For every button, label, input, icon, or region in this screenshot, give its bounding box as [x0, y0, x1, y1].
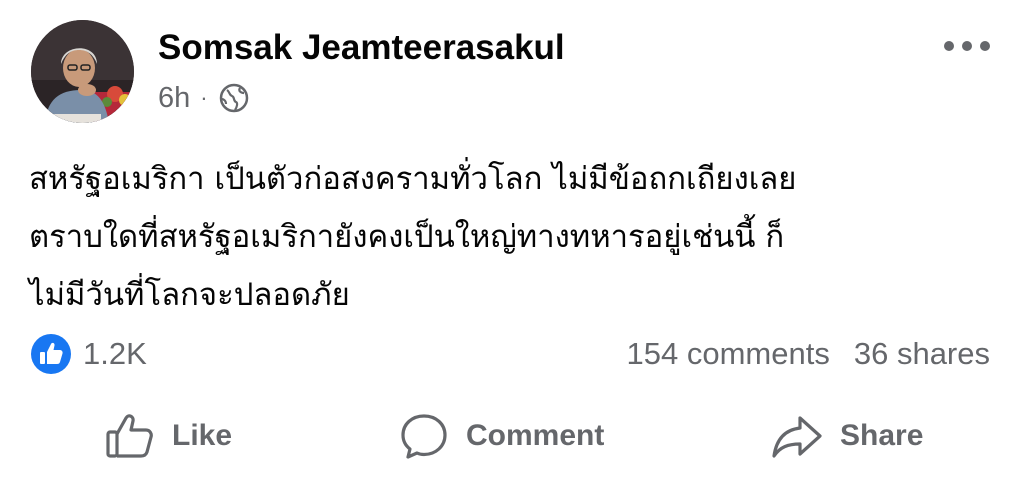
- author-name[interactable]: Somsak Jeamteerasakul: [158, 26, 565, 70]
- comment-button[interactable]: Comment: [398, 406, 604, 466]
- reactions-summary[interactable]: 1.2K: [31, 334, 147, 374]
- reaction-count: 1.2K: [83, 336, 147, 371]
- comment-label: Comment: [466, 419, 605, 452]
- engagement-counts: 154 comments 36 shares: [627, 334, 990, 374]
- globe-icon[interactable]: [218, 82, 250, 114]
- post-timestamp[interactable]: 6h: [158, 82, 190, 115]
- share-label: Share: [840, 419, 924, 452]
- thumbs-up-icon: [106, 414, 153, 458]
- like-reaction-icon: [31, 334, 71, 374]
- share-arrow-icon: [772, 416, 822, 458]
- avatar-photo: [31, 20, 134, 123]
- ellipsis-icon[interactable]: [944, 38, 990, 54]
- shares-count[interactable]: 36 shares: [854, 336, 990, 372]
- comment-icon: [401, 414, 447, 459]
- facebook-post: Somsak Jeamteerasakul 6h · สหรัฐอเมริกา …: [0, 0, 1024, 485]
- post-text: สหรัฐอเมริกา เป็นตัวก่อสงครามทั่วโลก ไม่…: [29, 150, 989, 324]
- post-meta: 6h ·: [158, 78, 250, 118]
- author-avatar[interactable]: [31, 20, 134, 123]
- post-text-line: ตราบใดที่สหรัฐอเมริกายังคงเป็นใหญ่ทางทหา…: [29, 219, 785, 255]
- post-text-line: สหรัฐอเมริกา เป็นตัวก่อสงครามทั่วโลก ไม่…: [29, 161, 797, 197]
- ellipsis-dot: [944, 41, 954, 51]
- ellipsis-dot: [962, 41, 972, 51]
- like-label: Like: [172, 419, 233, 452]
- action-bar: Like Comment Share: [0, 406, 1024, 466]
- share-button[interactable]: Share: [770, 406, 923, 466]
- meta-separator: ·: [200, 85, 208, 110]
- like-button[interactable]: Like: [104, 406, 232, 466]
- post-text-line: ไม่มีวันที่โลกจะปลอดภัย: [29, 277, 350, 313]
- ellipsis-dot: [980, 41, 990, 51]
- comments-count[interactable]: 154 comments: [627, 336, 830, 372]
